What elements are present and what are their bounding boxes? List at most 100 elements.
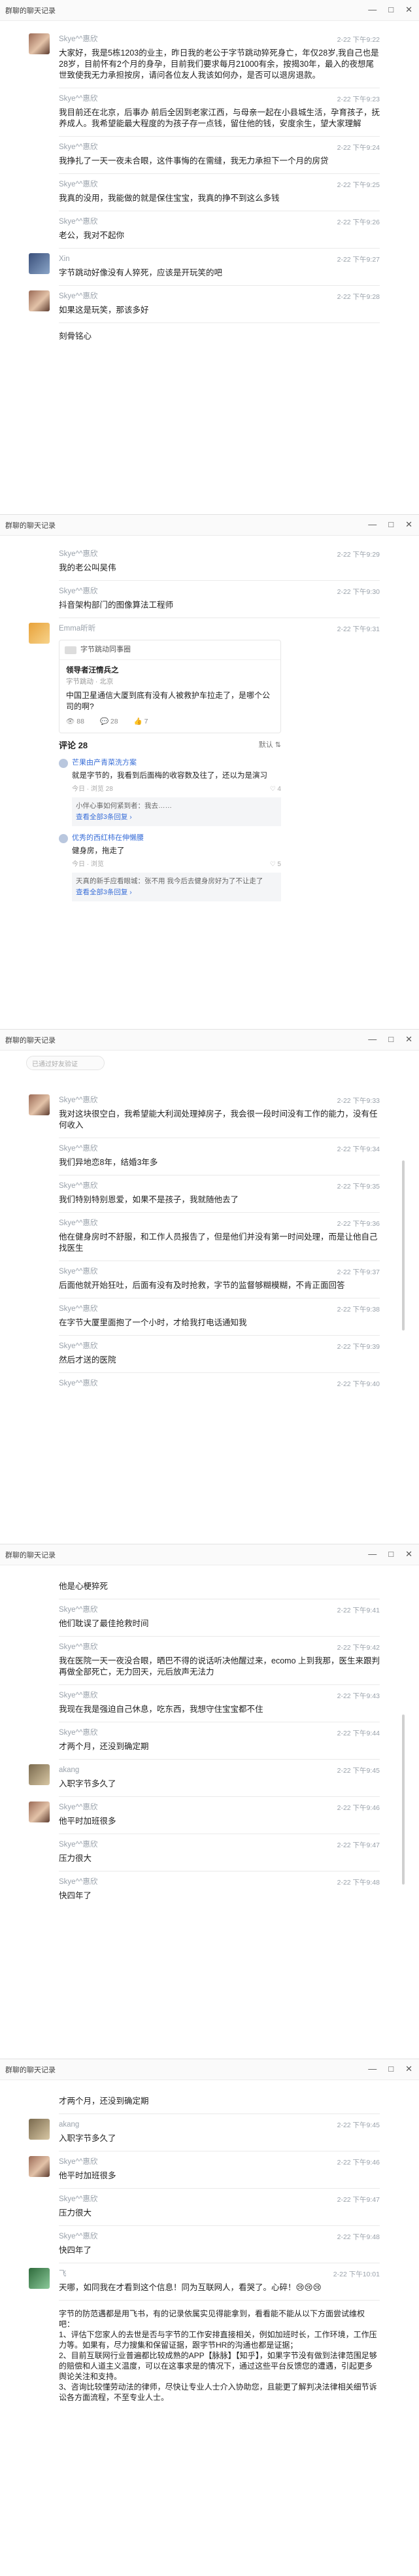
avatar[interactable] [29, 2156, 50, 2177]
avatar[interactable] [29, 623, 50, 644]
close-icon[interactable]: ✕ [405, 1550, 412, 1559]
maximize-icon[interactable]: □ [388, 5, 394, 14]
message-text: 快四年了 [59, 2246, 92, 2255]
message-list: 他是心梗猝死 Skye^^惠欣 2-22 下午9:41 他们耽误了最佳抢救时间 … [0, 1565, 419, 1908]
comment-item: 芒果由产青菜洗方案 就是字节的，我看到后面梅的收容数及往了，还以为是演习 今日 … [59, 757, 281, 826]
avatar[interactable] [29, 1801, 50, 1822]
comments-sort[interactable]: 默认 ⇅ [259, 740, 281, 751]
maximize-icon[interactable]: □ [388, 1550, 394, 1559]
message-time: 2-22 下午9:36 [337, 1220, 380, 1228]
sender-name: akang [59, 1766, 80, 1774]
message-time: 2-22 下午9:48 [337, 2233, 380, 2241]
message-text: 他平时加班很多 [59, 1817, 116, 1826]
comment-reply-preview: 天真的新手应看眼城：张不用 我今后去健身房好为了不让走了 查看全部3条回复 › [72, 873, 281, 901]
message-text: 天哪，如同我在才看到这个信息！同为互联网人，看哭了。心碎！😢😢😢 [59, 2283, 322, 2292]
avatar [59, 833, 68, 843]
message-item: 他是心梗猝死 [59, 1573, 380, 1599]
title-bar: 群聊的聊天记录 — □ ✕ [0, 1544, 419, 1565]
maximize-icon[interactable]: □ [388, 2064, 394, 2074]
forwarded-message: Emma昕昕 2-22 下午9:31 字节跳动同事圈 领导者汪情兵之 字节跳动 … [29, 618, 380, 908]
comments-header: 评论 28 默认 ⇅ [59, 740, 281, 751]
message-time: 2-22 下午9:30 [337, 588, 380, 596]
avatar[interactable] [29, 253, 50, 274]
message-item: Skye^^惠欣 2-22 下午9:22 大家好，我是5栋1203的业主，昨日我… [29, 29, 380, 88]
likes-count[interactable]: 👍 7 [134, 716, 148, 727]
message-text: 我们特别特别恩爱，如果不是孩子，我就随他去了 [59, 1195, 239, 1204]
chat-history-window-2: 群聊的聊天记录 — □ ✕ Skye^^惠欣 2-22 下午9:29 我的老公叫… [0, 515, 419, 1030]
message-item: 字节的防范遇都是用飞书，有的记录依属实见得能拿到，看看能不能从以下方面尝试维权吧… [59, 2301, 380, 2409]
comment-body: 就是字节的，我看到后面梅的收容数及往了，还以为是演习 [72, 772, 267, 780]
message-time: 2-22 下午9:23 [337, 96, 380, 103]
avatar[interactable] [29, 1764, 50, 1785]
message-time: 2-22 下午9:44 [337, 1730, 380, 1737]
message-time: 2-22 下午9:38 [337, 1306, 380, 1314]
chat-history-window-4: 群聊的聊天记录 — □ ✕ 他是心梗猝死 Skye^^惠欣 2-22 下午9:4… [0, 1544, 419, 2059]
message-text: 我挣扎了一天一夜未合眼，这件事悔的在需缝，我无力承担下一个月的房贷 [59, 156, 329, 165]
message-item: Skye^^惠欣 2-22 下午9:48 快四年了 [59, 1871, 380, 1908]
message-time: 2-22 下午9:33 [337, 1097, 380, 1105]
close-icon[interactable]: ✕ [405, 2064, 412, 2074]
comment-author[interactable]: 芒果由产青菜洗方案 [59, 757, 281, 769]
message-time: 2-22 下午9:31 [337, 625, 380, 633]
views-count: 👁 88 [66, 718, 84, 725]
avatar[interactable] [29, 2119, 50, 2140]
comment-body: 健身房，拖走了 [72, 847, 125, 855]
close-icon[interactable]: ✕ [405, 1035, 412, 1044]
close-icon[interactable]: ✕ [405, 5, 412, 14]
message-text: 压力很大 [59, 1854, 92, 1863]
like-button[interactable]: ♡ 4 [270, 784, 281, 795]
message-item: Skye^^惠欣 2-22 下午9:43 我现在我是强迫自己休息，吃东西，我想守… [59, 1685, 380, 1722]
sender-name: Skye^^惠欣 [59, 1096, 98, 1104]
like-button[interactable]: ♡ 5 [270, 859, 281, 870]
post-subtitle: 字节跳动 · 北京 [66, 678, 114, 686]
sender-name: Skye^^惠欣 [59, 587, 98, 595]
minimize-icon[interactable]: — [368, 520, 377, 529]
comment-author[interactable]: 优秀的西红柿在伸懒腰 [59, 833, 281, 844]
title-bar: 群聊的聊天记录 — □ ✕ [0, 2059, 419, 2080]
close-icon[interactable]: ✕ [405, 520, 412, 529]
window-controls: — □ ✕ [368, 5, 412, 14]
sender-name: Skye^^惠欣 [59, 2233, 98, 2240]
minimize-icon[interactable]: — [368, 2064, 377, 2074]
message-text: 大家好，我是5栋1203的业主，昨日我的老公于字节跳动猝死身亡，年仅28岁,我自… [59, 48, 379, 80]
avatar[interactable] [29, 33, 50, 54]
maximize-icon[interactable]: □ [388, 1035, 394, 1044]
message-time: 2-22 下午9:47 [337, 2196, 380, 2204]
sender-name: Skye^^惠欣 [59, 218, 98, 226]
message-item: akang 2-22 下午9:45 入职字节多久了 [29, 2114, 380, 2151]
message-text: 他平时加班很多 [59, 2171, 116, 2180]
sender-name: Skye^^惠欣 [59, 2158, 98, 2166]
message-item: Skye^^惠欣 2-22 下午9:24 我挣扎了一天一夜未合眼，这件事悔的在需… [59, 137, 380, 174]
window-title: 群聊的聊天记录 [5, 1036, 56, 1045]
minimize-icon[interactable]: — [368, 5, 377, 14]
avatar[interactable] [29, 290, 50, 311]
avatar[interactable] [29, 2268, 50, 2289]
message-time: 2-22 下午9:48 [337, 1879, 380, 1887]
window-title: 群聊的聊天记录 [5, 2066, 56, 2074]
comment-author-name: 芒果由产青菜洗方案 [72, 759, 137, 767]
message-text: 我的老公叫吴伟 [59, 563, 116, 572]
message-time: 2-22 下午9:39 [337, 1343, 380, 1351]
sender-name: Emma昕昕 [59, 625, 96, 633]
window-controls: — □ ✕ [368, 520, 412, 529]
comment-meta-left: 今日 · 浏览 28 [72, 786, 113, 793]
message-text: 入职字节多久了 [59, 2134, 116, 2143]
maximize-icon[interactable]: □ [388, 520, 394, 529]
message-item: Skye^^惠欣 2-22 下午9:47 压力很大 [59, 2189, 380, 2226]
post-author: 领导者汪情兵之 [66, 667, 119, 674]
window-controls: — □ ✕ [368, 1550, 412, 1559]
message-text: 才两个月，还没到确定期 [59, 2097, 149, 2106]
view-all-replies-link[interactable]: 查看全部3条回复 › [76, 888, 132, 896]
avatar[interactable] [29, 1094, 50, 1115]
message-item: Skye^^惠欣 2-22 下午9:26 老公，我对不起你 [59, 211, 380, 249]
reply-text: 天真的新手应看眼城：张不用 我今后去健身房好为了不让走了 [76, 877, 263, 885]
message-time: 2-22 下午9:28 [337, 293, 380, 301]
view-all-replies-link[interactable]: 查看全部3条回复 › [76, 813, 132, 821]
minimize-icon[interactable]: — [368, 1035, 377, 1044]
message-time: 2-22 下午9:24 [337, 144, 380, 152]
avatar [59, 758, 68, 768]
message-list: 才两个月，还没到确定期 akang 2-22 下午9:45 入职字节多久了 Sk… [0, 2080, 419, 2409]
forwarded-post-card[interactable]: 字节跳动同事圈 领导者汪情兵之 字节跳动 · 北京 中国卫星通信大厦到底有没有人… [59, 640, 281, 733]
minimize-icon[interactable]: — [368, 1550, 377, 1559]
comments-count[interactable]: 💬 28 [100, 716, 118, 727]
